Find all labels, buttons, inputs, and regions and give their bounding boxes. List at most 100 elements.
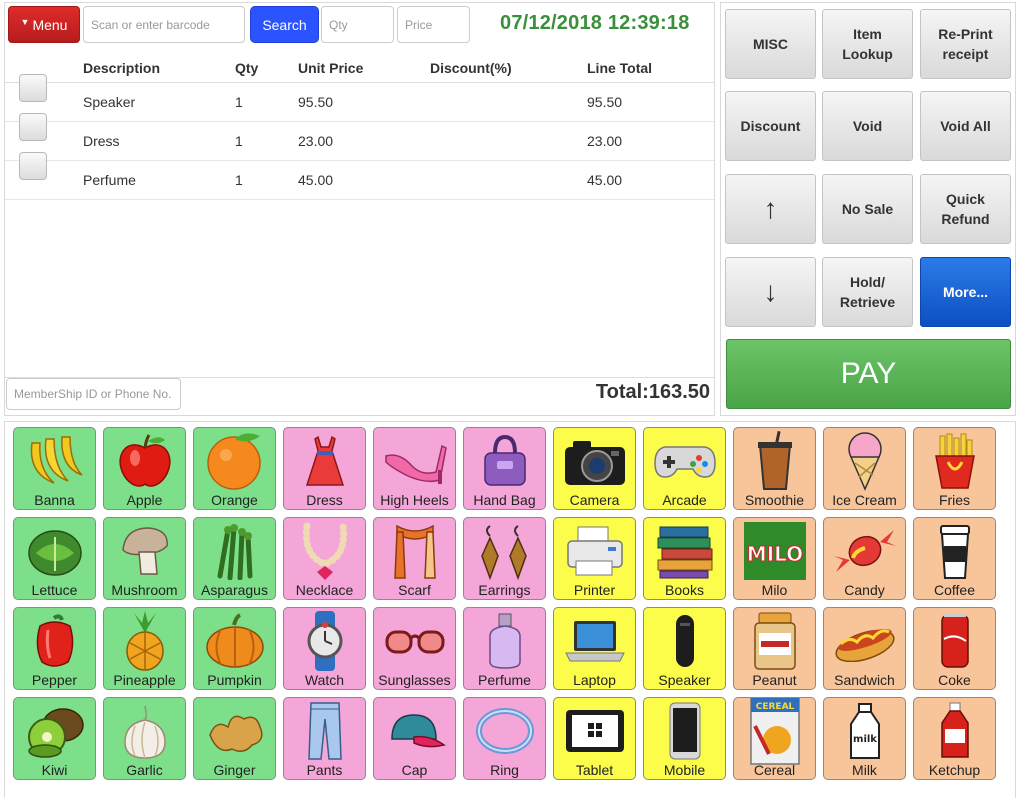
product-sandwich-button[interactable]: Sandwich [823,607,906,690]
product-books-button[interactable]: Books [643,517,726,600]
product-banna-button[interactable]: Banna [13,427,96,510]
pumpkin-icon [194,610,275,672]
product-fries-button[interactable]: Fries [913,427,996,510]
product-candy-button[interactable]: Candy [823,517,906,600]
product-coke-button[interactable]: Coke [913,607,996,690]
product-perfume-button[interactable]: Perfume [463,607,546,690]
hold-retrieve-button[interactable]: Hold/ Retrieve [822,257,913,327]
item-lookup-button[interactable]: Item Lookup [822,9,913,79]
membership-input[interactable] [6,378,181,410]
scroll-down-button[interactable]: ↓ [725,257,816,327]
product-earrings-button[interactable]: Earrings [463,517,546,600]
product-label: Pumpkin [207,672,262,688]
qty-input[interactable] [321,6,394,43]
product-arcade-button[interactable]: Arcade [643,427,726,510]
product-ring-button[interactable]: Ring [463,697,546,780]
row-checkbox[interactable] [19,113,47,141]
product-milo-button[interactable]: MILO Milo [733,517,816,600]
product-ice-cream-button[interactable]: Ice Cream [823,427,906,510]
product-label: Arcade [662,492,707,508]
product-mushroom-button[interactable]: Mushroom [103,517,186,600]
product-ketchup-button[interactable]: Ketchup [913,697,996,780]
product-lettuce-button[interactable]: Lettuce [13,517,96,600]
pay-button[interactable]: PAY [726,339,1011,409]
product-smoothie-button[interactable]: Smoothie [733,427,816,510]
quick-refund-button[interactable]: Quick Refund [920,174,1011,244]
product-pants-button[interactable]: Pants [283,697,366,780]
product-milk-button[interactable]: milk Milk [823,697,906,780]
product-high-heels-button[interactable]: High Heels [373,427,456,510]
product-laptop-button[interactable]: Laptop [553,607,636,690]
product-watch-button[interactable]: Watch [283,607,366,690]
product-label: Speaker [658,672,711,688]
sunglasses-icon [374,610,455,672]
product-grid: Banna Apple Orange Dress High Heels Hand Bag C… [4,421,1016,798]
pineapple-icon [104,610,185,672]
cart-row[interactable]: Dress 1 23.00 23.00 [5,113,714,161]
void-button[interactable]: Void [822,91,913,161]
product-cereal-button[interactable]: CEREAL Cereal [733,697,816,780]
product-pumpkin-button[interactable]: Pumpkin [193,607,276,690]
asparagus-icon [194,520,275,582]
product-label: Dress [306,492,343,508]
product-hand-bag-button[interactable]: Hand Bag [463,427,546,510]
pants-icon [284,700,365,762]
watch-icon [284,610,365,672]
product-necklace-button[interactable]: Necklace [283,517,366,600]
row-checkbox[interactable] [19,74,47,102]
product-label: Coke [938,672,971,688]
search-button[interactable]: Search [250,6,319,43]
item-line-total: 95.50 [587,94,623,110]
books-icon [644,520,725,582]
product-label: Garlic [126,762,163,778]
product-asparagus-button[interactable]: Asparagus [193,517,276,600]
milk-bottle-icon: milk [824,700,905,762]
product-ginger-button[interactable]: Ginger [193,697,276,780]
no-sale-button[interactable]: No Sale [822,174,913,244]
barcode-input[interactable] [83,6,245,43]
product-label: Kiwi [41,762,68,778]
product-speaker-button[interactable]: Speaker [643,607,726,690]
product-cap-button[interactable]: Cap [373,697,456,780]
item-description: Dress [83,133,120,149]
discount-button[interactable]: Discount [725,91,816,161]
row-checkbox[interactable] [19,152,47,180]
product-sunglasses-button[interactable]: Sunglasses [373,607,456,690]
scroll-up-button[interactable]: ↑ [725,174,816,244]
coffee-icon [914,520,995,582]
product-label: Lettuce [31,582,78,598]
product-garlic-button[interactable]: Garlic [103,697,186,780]
product-orange-button[interactable]: Orange [193,427,276,510]
product-peanut-button[interactable]: Peanut [733,607,816,690]
speaker-icon [644,610,725,672]
bananas-icon [14,430,95,492]
product-mobile-button[interactable]: Mobile [643,697,726,780]
cereal-box-icon: CEREAL [734,698,815,765]
reprint-receipt-button[interactable]: Re-Print receipt [920,9,1011,79]
product-label: Ice Cream [832,492,897,508]
item-unit-price: 45.00 [298,172,334,188]
function-panel: MISC Item Lookup Re-Print receipt Discou… [720,2,1016,416]
item-line-total: 23.00 [587,133,623,149]
cart-row[interactable]: Speaker 1 95.50 95.50 [5,74,714,122]
product-pineapple-button[interactable]: Pineapple [103,607,186,690]
product-coffee-button[interactable]: Coffee [913,517,996,600]
more-button[interactable]: More... [920,257,1011,327]
product-label: Peanut [752,672,797,688]
price-input[interactable] [397,6,470,43]
misc-button[interactable]: MISC [725,9,816,79]
cart-row[interactable]: Perfume 1 45.00 45.00 [5,152,714,200]
void-all-button[interactable]: Void All [920,91,1011,161]
column-discount: Discount(%) [430,59,512,76]
product-scarf-button[interactable]: Scarf [373,517,456,600]
product-printer-button[interactable]: Printer [553,517,636,600]
product-camera-button[interactable]: Camera [553,427,636,510]
product-apple-button[interactable]: Apple [103,427,186,510]
product-dress-button[interactable]: Dress [283,427,366,510]
product-kiwi-button[interactable]: Kiwi [13,697,96,780]
product-label: Ginger [213,762,256,778]
lettuce-icon [14,520,95,582]
product-pepper-button[interactable]: Pepper [13,607,96,690]
product-tablet-button[interactable]: Tablet [553,697,636,780]
menu-button[interactable]: ▼ Menu [8,6,80,43]
